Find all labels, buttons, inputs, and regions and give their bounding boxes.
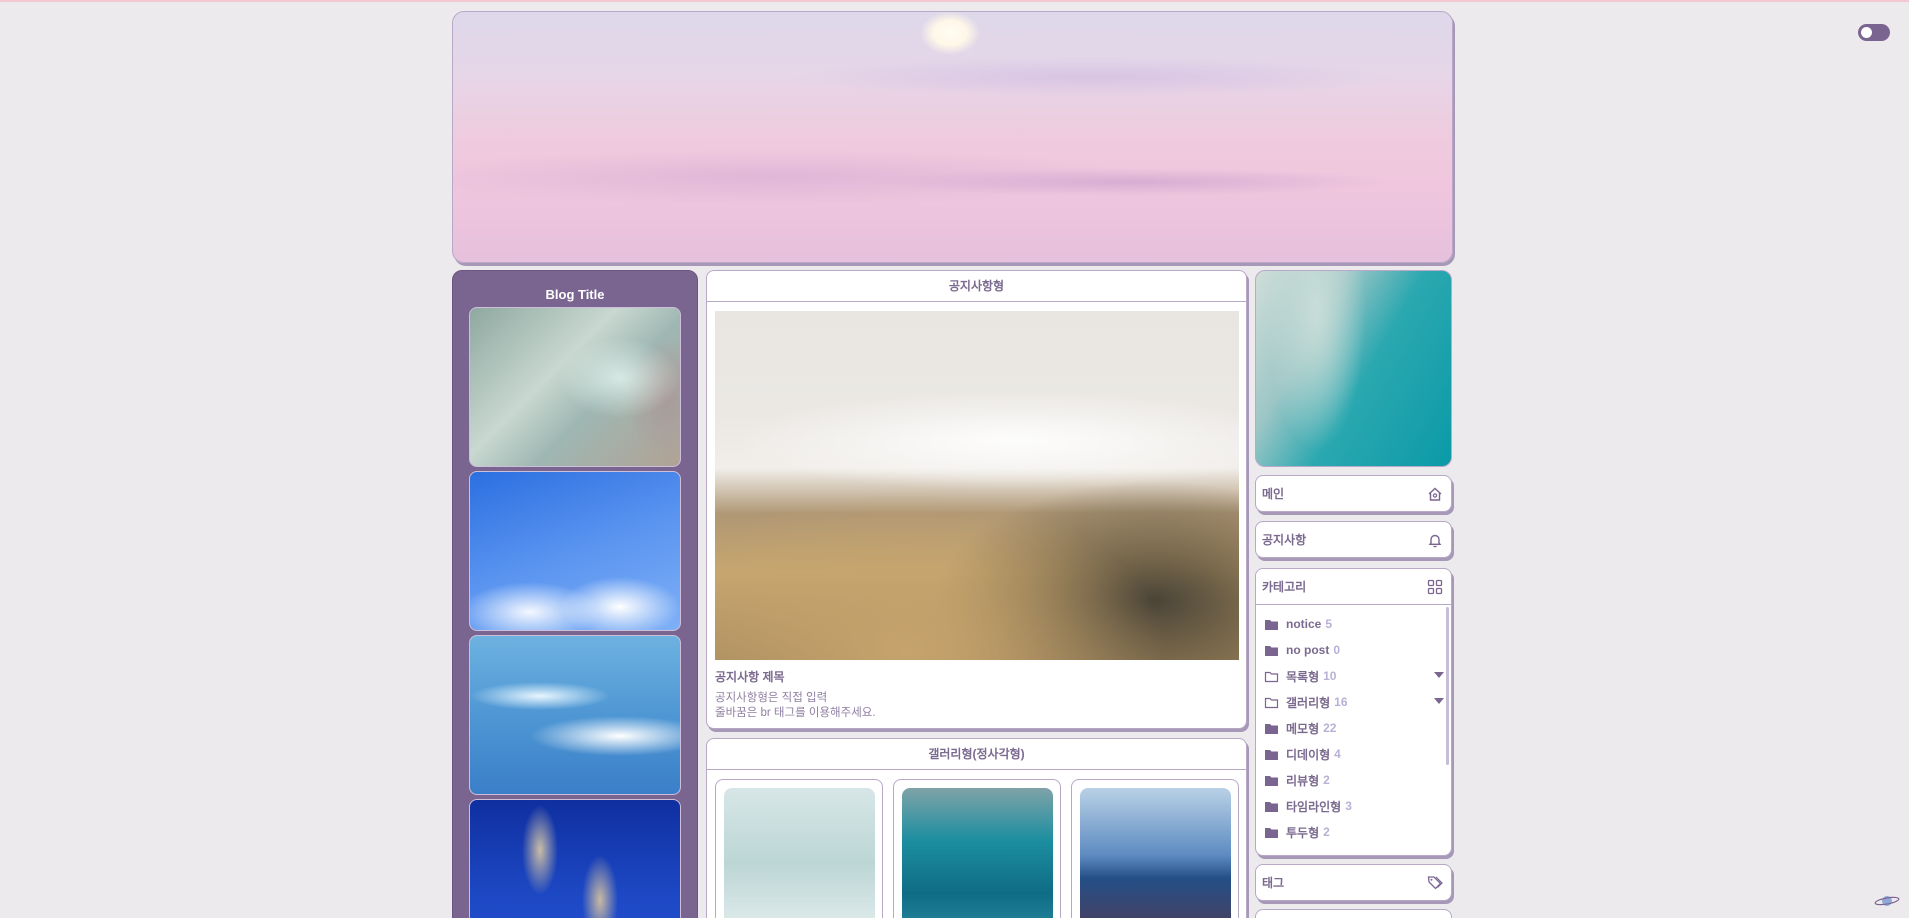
category-header-label: 카테고리 [1262,580,1307,594]
gallery-image [724,788,875,918]
gallery-section-header: 갤러리형(정사각형) [707,739,1246,770]
nav-main-label: 메인 [1262,487,1285,501]
folder-icon [1265,645,1278,656]
folder-icon [1265,619,1278,630]
notice-section: 공지사항형 공지사항 제목 공지사항형은 직접 입력 줄바꿈은 br 태그를 이… [706,270,1247,729]
category-count: 22 [1323,721,1337,735]
notice-hero-image [715,311,1239,660]
category-name: 타임라인형 [1286,799,1342,814]
category-name: no post [1286,643,1330,657]
header-banner-image [452,11,1453,263]
left-sidebar: Blog Title [452,270,698,918]
category-item[interactable]: 갤러리형 16 [1264,689,1444,715]
category-count: 2 [1323,825,1330,839]
profile-image [1255,270,1452,467]
planet-icon[interactable] [1874,892,1900,910]
category-item[interactable]: 리뷰형 2 [1264,767,1444,793]
blog-title[interactable]: Blog Title [453,287,697,303]
category-list: notice 5 no post 0 목록형 10 갤러리형 16 메모형 22 디데이형… [1264,611,1444,845]
category-name: 리뷰형 [1286,773,1320,788]
gallery-image [902,788,1053,918]
folder-icon [1265,801,1278,812]
category-count: 0 [1333,643,1341,657]
folder-open-icon [1264,697,1279,708]
folder-icon [1265,723,1278,734]
bell-icon [1428,534,1442,547]
category-item[interactable]: 투두형 2 [1264,819,1444,845]
nav-tag[interactable]: 태그 [1255,864,1452,901]
category-count: 10 [1323,669,1337,683]
gallery-image [1080,788,1231,918]
nav-main[interactable]: 메인 [1255,475,1452,512]
category-count: 2 [1323,773,1330,787]
category-item[interactable]: notice 5 [1264,611,1444,637]
home-icon [1428,487,1442,501]
grid-icon [1427,579,1443,594]
notice-section-header: 공지사항형 [707,271,1246,302]
category-name: 목록형 [1286,669,1320,684]
nav-tag-label: 태그 [1262,876,1285,890]
category-name: notice [1286,617,1322,631]
gallery-card[interactable] [1071,779,1239,918]
notice-text-line: 공지사항형은 직접 입력 [715,692,828,704]
caret-down-icon[interactable] [1434,698,1444,704]
category-item[interactable]: no post 0 [1264,637,1444,663]
theme-toggle[interactable] [1858,24,1890,41]
category-count: 4 [1334,747,1341,761]
sidebar-thumbnail[interactable] [469,471,681,631]
gallery-section: 갤러리형(정사각형) [706,738,1247,918]
sidebar-thumbnail[interactable] [469,635,681,795]
gallery-card[interactable] [715,779,883,918]
sidebar-thumbnail[interactable] [469,799,681,918]
category-count: 16 [1334,695,1348,709]
category-box: 카테고리 notice 5 no post 0 목록형 10 갤러리형 16 메모형 22… [1255,568,1452,856]
tag-icon [1427,875,1443,889]
notice-text-line: 줄바꿈은 br 태그를 이용해주세요. [715,707,876,719]
category-item[interactable]: 목록형 10 [1264,663,1444,689]
toggle-knob [1861,27,1872,38]
category-name: 디데이형 [1286,747,1331,762]
sidebar-thumbnail[interactable] [469,307,681,467]
gallery-card[interactable] [893,779,1061,918]
folder-open-icon [1264,671,1279,682]
caret-down-icon[interactable] [1434,672,1444,678]
category-count: 5 [1325,617,1333,631]
folder-icon [1265,827,1278,838]
category-item[interactable]: 타임라인형 3 [1264,793,1444,819]
folder-icon [1265,749,1278,760]
category-count: 3 [1345,799,1352,813]
category-name: 투두형 [1286,825,1320,840]
category-item[interactable]: 디데이형 4 [1264,741,1444,767]
category-name: 메모형 [1286,721,1320,736]
nav-notice-label: 공지사항 [1262,533,1307,547]
notice-text: 공지사항형은 직접 입력 줄바꿈은 br 태그를 이용해주세요. [715,691,876,721]
folder-icon [1265,775,1278,786]
notice-title[interactable]: 공지사항 제목 [715,668,785,685]
category-name: 갤러리형 [1286,695,1331,710]
category-item[interactable]: 메모형 22 [1264,715,1444,741]
nav-notice[interactable]: 공지사항 [1255,521,1452,558]
category-scrollbar[interactable] [1446,607,1449,765]
category-header[interactable]: 카테고리 [1256,569,1451,605]
sidebar-next-box [1255,909,1452,918]
